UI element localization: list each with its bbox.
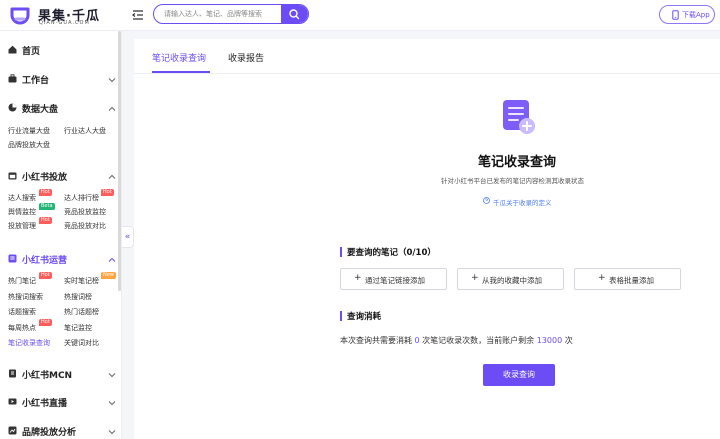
chevron-down-icon[interactable] [108,429,116,435]
hot-badge: Hot [39,217,52,224]
sidebar-scrollbar[interactable] [118,31,121,291]
sidebar-subitem[interactable]: 达人搜索 [8,193,36,203]
chevron-down-icon[interactable] [108,77,116,83]
phone-icon [672,10,679,20]
cost-summary: 本次查询共需要消耗 0 次笔记收录次数，当前账户剩余 13000 次 [340,335,573,346]
analysis-icon [8,426,17,435]
page-title-text: 笔记收录查询 [478,155,557,170]
live-video-icon [8,398,17,405]
sidebar-subitem[interactable]: 话题搜索 [8,307,36,317]
sidebar-subitem-active[interactable]: 笔记收录查询 [8,338,50,348]
calendar-icon [8,172,17,180]
sidebar-subitem[interactable]: 每周热点 [8,323,36,333]
tab-note-indexing-query[interactable]: 笔记收录查询 [152,51,206,64]
add-from-favorites-label: 从我的收藏中添加 [482,276,542,285]
sidebar-item-label: 品牌投放分析 [22,428,77,438]
note-document-icon [503,100,535,134]
search-bar [153,4,309,24]
sidebar-subitem[interactable]: 达人排行榜 [64,193,99,203]
add-by-link-label: 通过笔记链接添加 [365,276,425,285]
logo-mark-icon [10,7,30,25]
hot-badge: Hot [39,189,52,196]
cost-section-label: 查询消耗 [347,312,382,322]
chevron-up-icon[interactable] [108,106,116,112]
sidebar-subitem[interactable]: 行业达人大盘 [64,126,106,136]
new-badge: New [101,272,116,279]
section-accent-bar [340,311,342,321]
chevron-down-icon[interactable] [108,372,116,378]
sidebar-subitem[interactable]: 舆情监控 [8,207,36,217]
plus-icon: + [598,273,606,283]
sidebar-subitem[interactable]: 笔记监控 [64,323,92,333]
sidebar-subitem[interactable]: 热门笔记 [8,276,36,286]
main-panel: 笔记收录查询 收录报告 笔记收录查询 针对小红书平台已发布的笔记内容检测其收录状… [134,39,720,439]
download-app-button[interactable]: 下载App [659,5,715,24]
add-by-link-button[interactable]: + 通过笔记链接添加 [340,268,447,290]
search-input[interactable] [164,5,282,23]
search-button[interactable] [281,5,308,23]
chevron-up-icon[interactable] [108,257,116,263]
tab-indexing-report[interactable]: 收录报告 [228,51,264,64]
sidebar-subitem[interactable]: 关键词对比 [64,338,99,348]
sidebar-subitem[interactable]: 竞品投放监控 [64,207,106,217]
sidebar-subitem[interactable]: 热搜词搜索 [8,292,43,302]
add-from-favorites-button[interactable]: + 从我的收藏中添加 [457,268,564,290]
sidebar-subitem[interactable]: 竞品投放对比 [64,221,106,231]
batch-add-by-sheet-label: 表格批量添加 [609,276,654,285]
pie-chart-icon [8,103,17,112]
hot-badge: Hot [39,272,52,279]
sidebar-item-label: 小红书MCN [22,371,73,381]
sidebar-subitem[interactable]: 热门话题榜 [64,307,99,317]
notebook-icon [8,254,17,263]
hot-badge: Hot [101,189,114,196]
tabs-divider [134,73,720,74]
sidebar-subitem[interactable]: 行业流量大盘 [8,126,50,136]
logo[interactable]: 果集·千瓜 QIAN-GUA.COM [9,4,119,28]
cost-text-suffix: 次 [562,336,573,345]
help-circle-icon [483,197,490,204]
remaining-count: 13000 [536,336,563,345]
plus-icon: + [354,273,362,283]
menu-collapse-icon[interactable] [131,8,145,22]
briefcase-icon [8,74,17,83]
page-subtitle: 针对小红书平台已发布的笔记内容检测其收录状态 [441,177,584,185]
logo-subtext: QIAN-GUA.COM [39,20,90,26]
search-icon [289,9,300,20]
submit-query-button[interactable]: 收录查询 [483,364,555,386]
chevron-up-icon[interactable] [108,174,116,180]
download-app-label: 下载App [682,11,710,19]
sidebar-subitem[interactable]: 品牌投放大盘 [8,140,50,150]
beta-badge: Beta [39,203,55,210]
sidebar-subitem[interactable]: 实时笔记榜 [64,276,99,286]
indexing-definition-label: 千瓜关于收录的定义 [493,199,552,207]
sidebar-item-label: 小红书直播 [22,399,68,409]
section-accent-bar [340,247,342,257]
notes-count: （0/10） [398,248,436,258]
plus-icon: + [471,273,479,283]
sidebar-toggle-button[interactable]: « [122,226,134,248]
home-icon [8,45,17,54]
cost-text-prefix: 本次查询共需要消耗 [340,336,415,345]
sidebar: 首页 工作台 数据大盘 行业流量大盘 行业达人大盘 品牌投放大盘 小红书投放 达… [0,31,122,439]
sidebar-item-label: 首页 [22,47,41,57]
chevron-down-icon[interactable] [108,400,116,406]
batch-add-by-sheet-button[interactable]: + 表格批量添加 [574,268,681,290]
sidebar-item-label: 数据大盘 [22,105,59,115]
sidebar-item-label: 小红书投放 [22,173,68,183]
sidebar-subitem[interactable]: 投放管理 [8,221,36,231]
hot-badge: Hot [39,319,52,326]
sidebar-item-label: 小红书运营 [22,256,68,266]
sidebar-subitem[interactable]: 热搜词榜 [64,292,92,302]
cost-text-mid: 次笔记收录次数，当前账户剩余 [419,336,537,345]
notes-section-label: 要查询的笔记（0/10） [347,246,436,258]
building-icon [9,369,16,378]
notes-section-text: 要查询的笔记 [347,248,399,258]
sidebar-item-label: 工作台 [22,76,50,86]
top-bar: 果集·千瓜 QIAN-GUA.COM 下载App [0,0,720,31]
